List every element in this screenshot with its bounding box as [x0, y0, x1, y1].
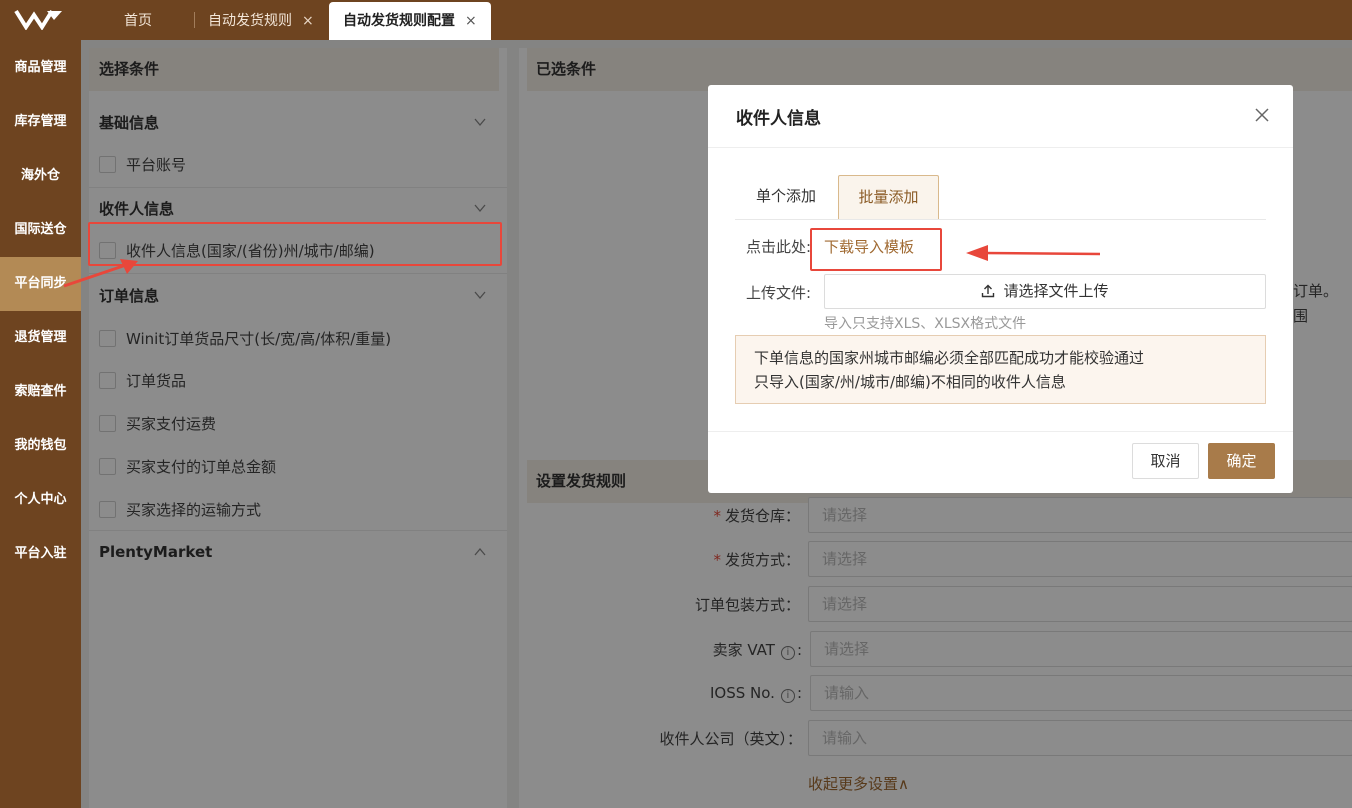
tab-auto-ship-rule-config[interactable]: 自动发货规则配置 × [329, 2, 491, 40]
tab-batch-add[interactable]: 批量添加 [838, 175, 939, 219]
sidebar-item-products[interactable]: 商品管理 [0, 41, 81, 95]
divider [708, 431, 1293, 432]
notice-box: 下单信息的国家州城市邮编必须全部匹配成功才能校验通过 只导入(国家/州/城市/邮… [735, 335, 1266, 404]
arrow-annotation [966, 245, 1101, 261]
sidebar-item-profile[interactable]: 个人中心 [0, 473, 81, 527]
recipient-info-modal: 收件人信息 单个添加 批量添加 点击此处: 下载导入模板 上传文件: 请选择文件… [708, 85, 1293, 493]
notice-line: 下单信息的国家州城市邮编必须全部匹配成功才能校验通过 [754, 349, 1145, 367]
download-prefix-label: 点击此处: [746, 238, 812, 256]
sidebar-item-inventory[interactable]: 库存管理 [0, 95, 81, 149]
upload-file-label: 上传文件: [746, 284, 812, 302]
tab-underline [735, 219, 1266, 220]
arrow-annotation [63, 259, 138, 288]
tab-auto-ship-rules[interactable]: 自动发货规则 × [194, 2, 328, 40]
sidebar-item-overseas-warehouse[interactable]: 海外仓 [0, 149, 81, 203]
tab-single-add[interactable]: 单个添加 [735, 175, 837, 219]
highlight-box [88, 222, 502, 266]
logo[interactable] [14, 8, 64, 30]
confirm-button[interactable]: 确定 [1208, 443, 1275, 479]
sidebar: 商品管理 库存管理 海外仓 国际送仓 平台同步 退货管理 索赔查件 我的钱包 个… [0, 40, 81, 808]
divider [708, 147, 1293, 148]
sidebar-item-claims[interactable]: 索赔查件 [0, 365, 81, 419]
sidebar-item-intl-delivery[interactable]: 国际送仓 [0, 203, 81, 257]
close-icon[interactable]: × [302, 13, 314, 29]
top-bar: 首页 自动发货规则 × 自动发货规则配置 × [0, 0, 1352, 40]
highlight-box [810, 228, 942, 271]
upload-hint: 导入只支持XLS、XLSX格式文件 [824, 316, 1027, 332]
sidebar-item-returns[interactable]: 退货管理 [0, 311, 81, 365]
upload-icon [982, 284, 995, 298]
close-icon[interactable] [1254, 107, 1270, 123]
modal-title: 收件人信息 [736, 109, 821, 129]
cancel-button[interactable]: 取消 [1132, 443, 1199, 479]
notice-line: 只导入(国家/州/城市/邮编)不相同的收件人信息 [754, 373, 1066, 391]
upload-button[interactable]: 请选择文件上传 [824, 274, 1266, 309]
close-icon[interactable]: × [465, 13, 477, 29]
tab-home[interactable]: 首页 [110, 2, 166, 40]
sidebar-item-wallet[interactable]: 我的钱包 [0, 419, 81, 473]
sidebar-item-platform-onboarding[interactable]: 平台入驻 [0, 527, 81, 581]
